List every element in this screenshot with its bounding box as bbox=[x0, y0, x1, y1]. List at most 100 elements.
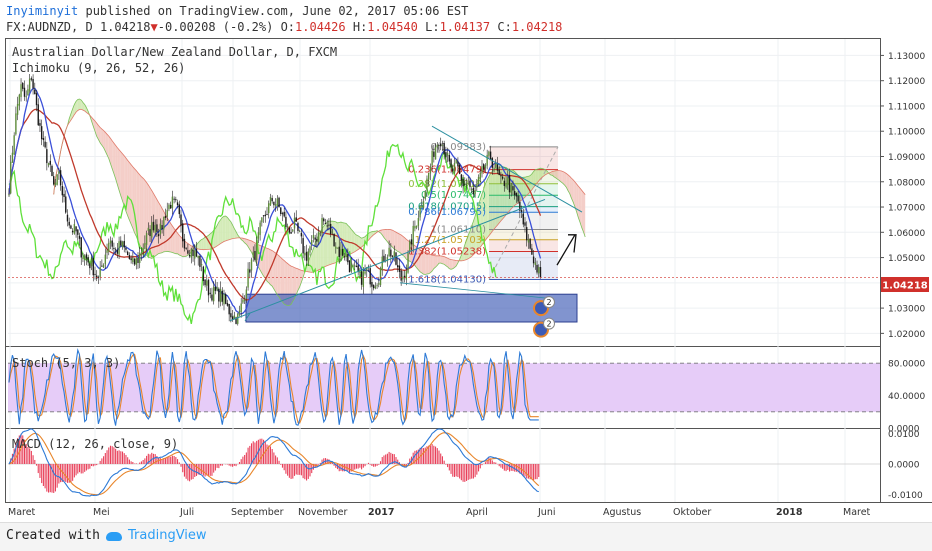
ichimoku-label: Ichimoku (9, 26, 52, 26) bbox=[12, 61, 185, 75]
candle-body bbox=[458, 164, 461, 174]
candle-body bbox=[15, 113, 17, 135]
candle-body bbox=[89, 263, 91, 269]
candle-body bbox=[226, 303, 229, 306]
candle-body bbox=[445, 152, 447, 158]
candle-body bbox=[321, 217, 323, 234]
candle-body bbox=[397, 265, 399, 268]
time-tick-label: Maret bbox=[8, 507, 36, 518]
candle-body bbox=[183, 238, 186, 249]
candle-body bbox=[305, 251, 308, 261]
time-tick-label: Agustus bbox=[603, 507, 641, 518]
cloud-segment bbox=[359, 237, 362, 249]
candle-body bbox=[538, 267, 540, 274]
candle-body bbox=[126, 251, 129, 255]
candle-body bbox=[417, 218, 420, 226]
candle-body bbox=[159, 223, 162, 235]
candle-body bbox=[501, 176, 504, 179]
candle-body bbox=[39, 123, 41, 126]
candle-body bbox=[500, 175, 502, 177]
candle-body bbox=[508, 174, 511, 193]
candle-body bbox=[317, 232, 320, 243]
candle-body bbox=[324, 222, 327, 224]
candle-body bbox=[51, 165, 53, 177]
candle-body bbox=[83, 255, 86, 260]
candle-body bbox=[338, 246, 340, 258]
candle-body bbox=[132, 257, 134, 263]
candle-body bbox=[312, 235, 315, 239]
candle-body bbox=[139, 253, 141, 264]
candle-body bbox=[182, 223, 184, 242]
time-tick-label: 2018 bbox=[776, 507, 803, 518]
stoch-label: Stoch (5, 3, 3) bbox=[12, 356, 120, 370]
candle-body bbox=[11, 152, 14, 163]
candle-body bbox=[486, 154, 488, 166]
candle-body bbox=[526, 227, 528, 241]
cloud-segment bbox=[117, 147, 120, 191]
candle-body bbox=[369, 268, 371, 285]
candle-body bbox=[111, 240, 113, 247]
time-tick-label: Maret bbox=[843, 507, 871, 518]
candle-body bbox=[204, 279, 206, 286]
candle-body bbox=[364, 271, 366, 274]
candle-body bbox=[379, 267, 382, 286]
price-tick-label: 1.03000 bbox=[888, 305, 925, 315]
stoch-tick-label: 40.0000 bbox=[888, 392, 925, 402]
tradingview-brand[interactable]: TradingView bbox=[128, 528, 207, 543]
candle-body bbox=[78, 235, 81, 239]
cloud-segment bbox=[396, 232, 398, 252]
chart-svg[interactable]: 0(1.09383)0.236(1.08479)0.382(1.07919)0.… bbox=[0, 0, 932, 522]
event-badge-count: 2 bbox=[546, 298, 551, 307]
candle-body bbox=[18, 94, 21, 106]
candle-body bbox=[372, 284, 375, 289]
candle-body bbox=[271, 198, 273, 202]
event-badge-count: 2 bbox=[546, 320, 551, 329]
candle-body bbox=[414, 225, 416, 229]
candle-body bbox=[125, 247, 127, 250]
candle-body bbox=[266, 214, 268, 216]
stoch-series bbox=[8, 348, 880, 426]
candle-body bbox=[99, 267, 101, 277]
time-tick-label: April bbox=[466, 507, 488, 518]
cloud-segment bbox=[141, 176, 144, 251]
candle-body bbox=[434, 147, 437, 160]
candle-body bbox=[157, 234, 160, 237]
candle-body bbox=[32, 79, 34, 89]
candle-body bbox=[228, 304, 230, 315]
candle-body bbox=[77, 229, 79, 235]
cloud-segment bbox=[275, 253, 278, 295]
candle-body bbox=[455, 159, 457, 164]
candle-body bbox=[495, 163, 497, 168]
candle-body bbox=[465, 182, 468, 184]
candle-body bbox=[27, 89, 29, 96]
candle-body bbox=[169, 204, 172, 209]
candle-body bbox=[63, 193, 65, 198]
candle-body bbox=[113, 247, 115, 249]
candle-body bbox=[300, 232, 303, 237]
candle-body bbox=[245, 289, 248, 299]
candle-body bbox=[180, 214, 182, 226]
time-tick-label: Oktober bbox=[673, 507, 711, 518]
candle-body bbox=[187, 250, 189, 254]
cloud-segment bbox=[225, 216, 228, 241]
candle-body bbox=[114, 249, 117, 251]
candle-body bbox=[460, 174, 463, 181]
candle-body bbox=[219, 288, 222, 303]
cloud-segment bbox=[227, 217, 230, 241]
candle-body bbox=[476, 183, 478, 188]
candle-body bbox=[194, 250, 196, 259]
cloud-segment bbox=[220, 217, 223, 244]
candle-body bbox=[8, 194, 10, 196]
candle-body bbox=[278, 197, 280, 208]
cloud-segment bbox=[172, 225, 175, 254]
candle-body bbox=[376, 285, 378, 287]
candle-body bbox=[527, 239, 530, 243]
candle-body bbox=[261, 217, 263, 223]
candle-body bbox=[297, 222, 299, 231]
candle-body bbox=[281, 213, 284, 215]
cloud-segment bbox=[132, 166, 135, 233]
candle-body bbox=[164, 215, 167, 218]
fib-level-label: 1.27(1.05703) bbox=[415, 235, 487, 246]
candle-body bbox=[87, 257, 89, 263]
candle-body bbox=[123, 240, 125, 248]
candle-body bbox=[85, 254, 88, 259]
